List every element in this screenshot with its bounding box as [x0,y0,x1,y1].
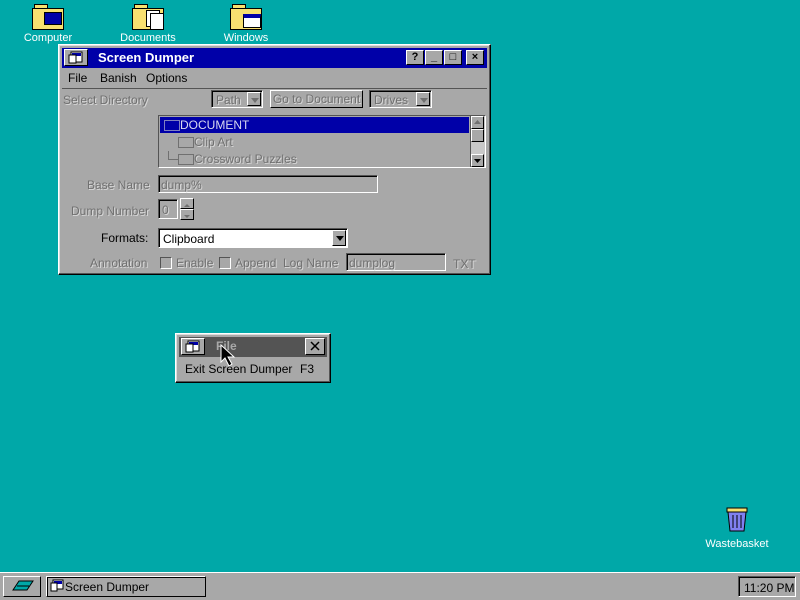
chevron-down-icon [416,92,430,106]
mouse-pointer-icon [220,344,236,367]
desktop-icon-computer[interactable]: Computer [18,4,78,44]
file-menu-popup[interactable]: File Exit Screen Dumper F3 [175,333,331,383]
menu-options[interactable]: Options [146,71,187,85]
menu-file[interactable]: File [68,71,87,85]
scroll-up-button[interactable] [471,116,484,129]
tree-item-label: DOCUMENT [180,118,250,132]
help-button[interactable]: ? [406,50,424,65]
clock-time: 11:20 PM [744,581,795,595]
documents-folder-icon [132,4,164,30]
go-to-document-button[interactable]: Go to Document [270,90,363,108]
enable-checkbox[interactable] [160,257,172,269]
dump-number-field[interactable]: 0 [158,199,178,219]
tree-item[interactable]: Crossword Puzzles [160,151,469,167]
formats-dropdown[interactable]: Clipboard [158,228,348,248]
popup-close-button[interactable] [305,338,325,355]
arrow-down-icon [184,215,190,218]
chevron-down-icon [247,92,261,106]
tree-scrollbar[interactable] [470,116,485,167]
menu-item-label: Exit Screen Dumper [185,362,293,376]
maximize-button[interactable]: □ [444,50,462,65]
close-icon [310,341,320,351]
dump-number-value: 0 [162,203,169,217]
menu-item-shortcut: F3 [300,362,315,376]
formats-value: Clipboard [163,232,215,246]
app-icon [185,340,200,353]
wastebasket-label: Wastebasket [705,538,769,550]
app-icon [50,579,64,592]
log-name-value: dumplog [349,256,396,270]
app-icon [68,51,83,64]
tree-item[interactable]: Clip Art [160,134,469,150]
drives-dropdown[interactable]: Drives [369,90,432,108]
log-name-field[interactable]: dumplog [346,253,446,271]
drives-dropdown-value: Drives [374,93,409,107]
tree-item[interactable]: DOCUMENT [160,117,469,133]
scroll-down-button[interactable] [471,154,484,167]
system-menu-button[interactable] [64,49,88,66]
taskbar-item-screen-dumper[interactable]: Screen Dumper [46,576,206,597]
menu-banish[interactable]: Banish [100,71,137,85]
log-name-label: Log Name [283,256,339,270]
arrow-down-icon [474,159,481,163]
path-dropdown-value: Path [216,93,241,107]
desktop-icon-documents[interactable]: Documents [118,4,178,44]
spin-down-button[interactable] [180,209,194,220]
tree-item-label: Crossword Puzzles [194,152,297,166]
append-checkbox[interactable] [219,257,231,269]
folder-icon [178,154,194,165]
spin-up-button[interactable] [180,198,194,209]
dump-number-label: Dump Number [71,204,150,218]
tree-line [168,159,178,160]
base-name-value: dump% [161,178,202,192]
menu-bar: File Banish Options [62,69,487,88]
taskbar-item-label: Screen Dumper [65,580,150,594]
base-name-field[interactable]: dump% [158,175,378,193]
desktop-icon-label: Documents [120,32,176,44]
close-button[interactable]: × [466,50,484,65]
popup-title-bar[interactable]: File [179,337,327,357]
base-name-label: Base Name [87,178,150,192]
start-button[interactable] [3,576,41,597]
annotation-label: Annotation [90,256,148,270]
title-bar[interactable]: Screen Dumper ? _ □ × [62,48,487,68]
desktop-icon-label: Windows [223,32,269,44]
arrow-up-icon [474,120,481,124]
path-dropdown[interactable]: Path [211,90,263,108]
wastebasket-icon [726,507,748,532]
desktop-icon-label: Computer [23,32,73,44]
windows-folder-icon [230,4,262,30]
directory-tree[interactable]: DOCUMENT Clip Art Crossword Puzzles [158,115,486,168]
chevron-down-icon [332,230,346,246]
dump-number-spinner[interactable] [180,198,194,220]
desktop-icon-wastebasket[interactable]: Wastebasket [702,505,772,550]
append-label: Append [235,256,277,270]
folder-icon [178,137,194,148]
screen-dumper-window[interactable]: Screen Dumper ? _ □ × File Banish Option… [58,44,491,275]
desktop-icon-windows[interactable]: Windows [216,4,276,44]
select-directory-label: Select Directory [63,93,148,107]
window-title: Screen Dumper [98,50,195,65]
tree-item-label: Clip Art [194,135,233,149]
popup-system-button[interactable] [181,338,205,355]
formats-label: Formats: [101,231,149,245]
log-extension-label: TXT [453,257,476,271]
clock[interactable]: 11:20 PM [738,576,796,597]
menu-item-exit[interactable]: Exit Screen Dumper F3 [179,359,325,377]
computer-icon [32,4,64,30]
menu-divider [62,88,487,89]
minimize-button[interactable]: _ [425,50,443,65]
folder-icon [164,120,180,131]
scroll-thumb[interactable] [471,129,484,142]
start-icon [12,580,34,591]
enable-label: Enable [176,256,214,270]
taskbar: Screen Dumper 11:20 PM [0,572,800,600]
